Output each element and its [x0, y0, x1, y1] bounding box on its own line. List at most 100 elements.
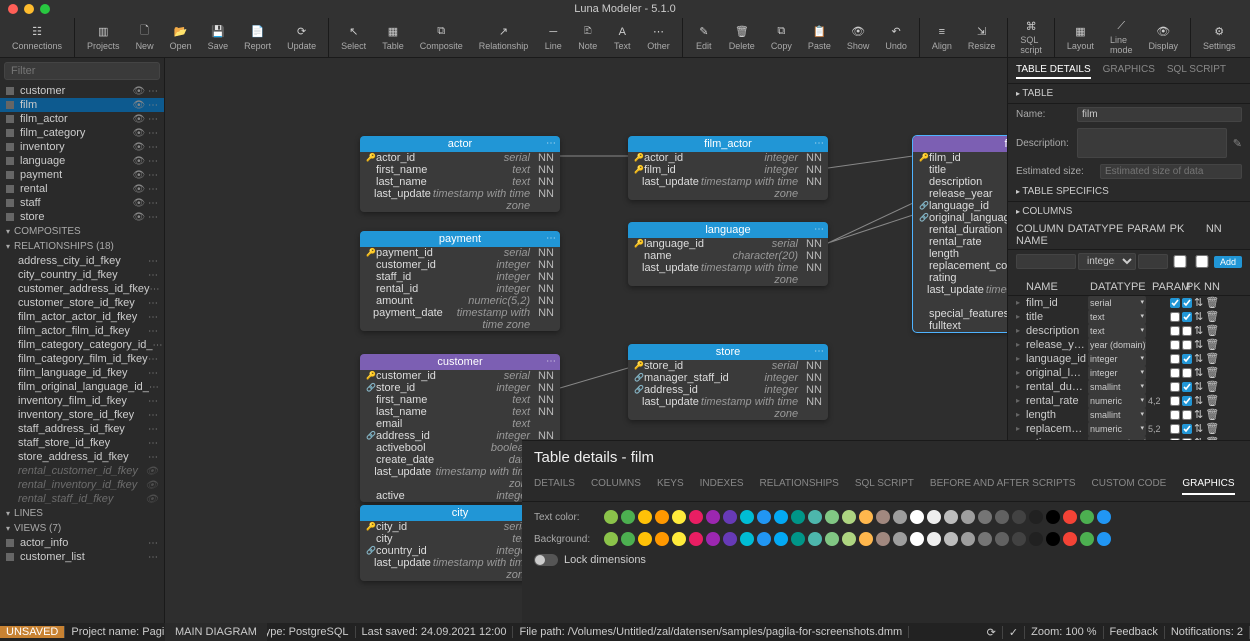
col-type-select[interactable]: text▾ [1088, 310, 1146, 324]
entity-film_actor[interactable]: film_actor⋯🔑actor_idintegerNN🔑film_idint… [628, 136, 828, 200]
entity-header[interactable]: actor⋯ [360, 136, 560, 152]
lock-dimensions-toggle[interactable] [534, 554, 558, 566]
sidebar-rel[interactable]: customer_store_id_fkey⋯ [0, 296, 164, 310]
color-swatch[interactable] [1063, 532, 1077, 546]
color-swatch[interactable] [1046, 510, 1060, 524]
entity-column[interactable]: amountnumeric(5,2)NN [360, 295, 560, 307]
col-nn-checkbox[interactable] [1182, 340, 1192, 350]
col-nn-checkbox[interactable] [1182, 354, 1192, 364]
entity-column[interactable]: 🔑actor_idserialNN [360, 152, 560, 164]
color-swatch[interactable] [1029, 510, 1043, 524]
sidebar-rel[interactable]: inventory_store_id_fkey⋯ [0, 408, 164, 422]
color-swatch[interactable] [978, 532, 992, 546]
color-swatch[interactable] [1080, 510, 1094, 524]
new-col-nn[interactable] [1192, 255, 1212, 268]
entity-column[interactable]: last_updatetimestamp with time zoneNN [628, 396, 828, 420]
entity-column[interactable]: release_yearyear [913, 188, 1007, 200]
move-icon[interactable]: ⇅ [1194, 352, 1203, 366]
toolbar-save[interactable]: 💾Save [200, 18, 237, 57]
toolbar-layout[interactable]: ▦Layout [1059, 18, 1102, 57]
bp-tab-relationships[interactable]: RELATIONSHIPS [760, 474, 839, 495]
color-swatch[interactable] [655, 532, 669, 546]
col-pk-checkbox[interactable] [1170, 354, 1180, 364]
entity-column[interactable]: 🔑store_idserialNN [628, 360, 828, 372]
toolbar-show[interactable]: 👁Show [839, 18, 878, 57]
col-pk-checkbox[interactable] [1170, 326, 1180, 336]
chevron-icon[interactable]: ▸ [1016, 408, 1024, 422]
entity-column[interactable]: 🔑film_idserialNN [913, 152, 1007, 164]
col-type-select[interactable]: smallint▾ [1088, 408, 1146, 422]
specifics-section-header[interactable]: TABLE SPECIFICS [1008, 182, 1250, 202]
color-swatch[interactable] [995, 532, 1009, 546]
color-swatch[interactable] [706, 510, 720, 524]
entity-header[interactable]: customer⋯ [360, 354, 560, 370]
entity-menu-icon[interactable]: ⋯ [814, 346, 824, 357]
sidebar-rel-disabled[interactable]: rental_inventory_id_fkey👁 [0, 478, 164, 492]
maximize-window-icon[interactable] [40, 4, 50, 14]
entity-column[interactable]: customer_idintegerNN [360, 259, 560, 271]
entity-header[interactable]: payment⋯ [360, 231, 560, 247]
status-zoom[interactable]: Zoom: 100 % [1025, 626, 1103, 639]
sidebar-rel[interactable]: film_language_id_fkey⋯ [0, 366, 164, 380]
toolbar-line[interactable]: ─Line [536, 18, 570, 57]
col-list-row[interactable]: ▸rental_ratenumeric▾4,2⇅🗑 [1008, 394, 1250, 408]
toolbar-resize[interactable]: ⇲Resize [960, 18, 1004, 57]
toolbar-paste[interactable]: 📋Paste [800, 18, 839, 57]
color-swatch[interactable] [774, 532, 788, 546]
color-swatch[interactable] [927, 532, 941, 546]
col-pk-checkbox[interactable] [1170, 312, 1180, 322]
toolbar-edit[interactable]: ✎Edit [687, 18, 721, 57]
entity-column[interactable]: special_features[ ]text [913, 308, 1007, 320]
color-swatch[interactable] [638, 510, 652, 524]
color-swatch[interactable] [689, 510, 703, 524]
visibility-icon[interactable]: 👁 ⋯ [133, 156, 158, 167]
visibility-icon[interactable]: 👁 ⋯ [133, 184, 158, 195]
move-icon[interactable]: ⇅ [1194, 296, 1203, 310]
col-list-row[interactable]: ▸replacement_conumeric▾5,2⇅🗑 [1008, 422, 1250, 436]
entity-column[interactable]: rental_idintegerNN [360, 283, 560, 295]
move-icon[interactable]: ⇅ [1194, 408, 1203, 422]
entity-store[interactable]: store⋯🔑store_idserialNN🔗manager_staff_id… [628, 344, 828, 420]
entity-column[interactable]: payment_datetimestamp with time zoneNN [360, 307, 560, 331]
lines-header[interactable]: LINES [0, 506, 164, 521]
sidebar-table-inventory[interactable]: inventory👁 ⋯ [0, 140, 164, 154]
entity-column[interactable]: emailtext [360, 418, 560, 430]
color-swatch[interactable] [1012, 532, 1026, 546]
delete-icon[interactable]: 🗑 [1205, 366, 1219, 380]
color-swatch[interactable] [961, 510, 975, 524]
sidebar-rel-disabled[interactable]: rental_staff_id_fkey👁 [0, 492, 164, 506]
edit-icon[interactable]: ✎ [1233, 137, 1242, 150]
color-swatch[interactable] [876, 532, 890, 546]
entity-menu-icon[interactable]: ⋯ [546, 138, 556, 149]
entity-column[interactable]: descriptiontext [913, 176, 1007, 188]
color-swatch[interactable] [944, 510, 958, 524]
toolbar-table[interactable]: ▦Table [374, 18, 412, 57]
sidebar-table-staff[interactable]: staff👁 ⋯ [0, 196, 164, 210]
toolbar-sql-script[interactable]: ⌘SQL script [1012, 18, 1050, 57]
color-swatch[interactable] [1080, 532, 1094, 546]
sidebar-table-store[interactable]: store👁 ⋯ [0, 210, 164, 224]
toolbar-relationship[interactable]: ↗Relationship [471, 18, 537, 57]
entity-header[interactable]: film⋯ [913, 136, 1007, 152]
visibility-icon[interactable]: 👁 ⋯ [133, 86, 158, 97]
col-nn-checkbox[interactable] [1182, 382, 1192, 392]
toolbar-other[interactable]: ⋯Other [639, 18, 678, 57]
color-swatch[interactable] [672, 532, 686, 546]
color-swatch[interactable] [774, 510, 788, 524]
sidebar-table-language[interactable]: language👁 ⋯ [0, 154, 164, 168]
color-swatch[interactable] [621, 532, 635, 546]
visibility-icon[interactable]: 👁 ⋯ [133, 212, 158, 223]
col-list-row[interactable]: ▸rental_durationsmallint▾⇅🗑 [1008, 380, 1250, 394]
chevron-icon[interactable]: ▸ [1016, 338, 1024, 352]
entity-menu-icon[interactable]: ⋯ [814, 224, 824, 235]
sidebar-table-film[interactable]: film👁 ⋯ [0, 98, 164, 112]
toolbar-select[interactable]: ↖Select [333, 18, 374, 57]
entity-column[interactable]: 🔑payment_idserialNN [360, 247, 560, 259]
sidebar-rel[interactable]: inventory_film_id_fkey⋯ [0, 394, 164, 408]
sidebar-table-film_category[interactable]: film_category👁 ⋯ [0, 126, 164, 140]
col-type-select[interactable]: smallint▾ [1088, 380, 1146, 394]
delete-icon[interactable]: 🗑 [1205, 380, 1219, 394]
entity-column[interactable]: 🔑film_idintegerNN [628, 164, 828, 176]
color-swatch[interactable] [723, 532, 737, 546]
entity-column[interactable]: 🔗address_idintegerNN [628, 384, 828, 396]
